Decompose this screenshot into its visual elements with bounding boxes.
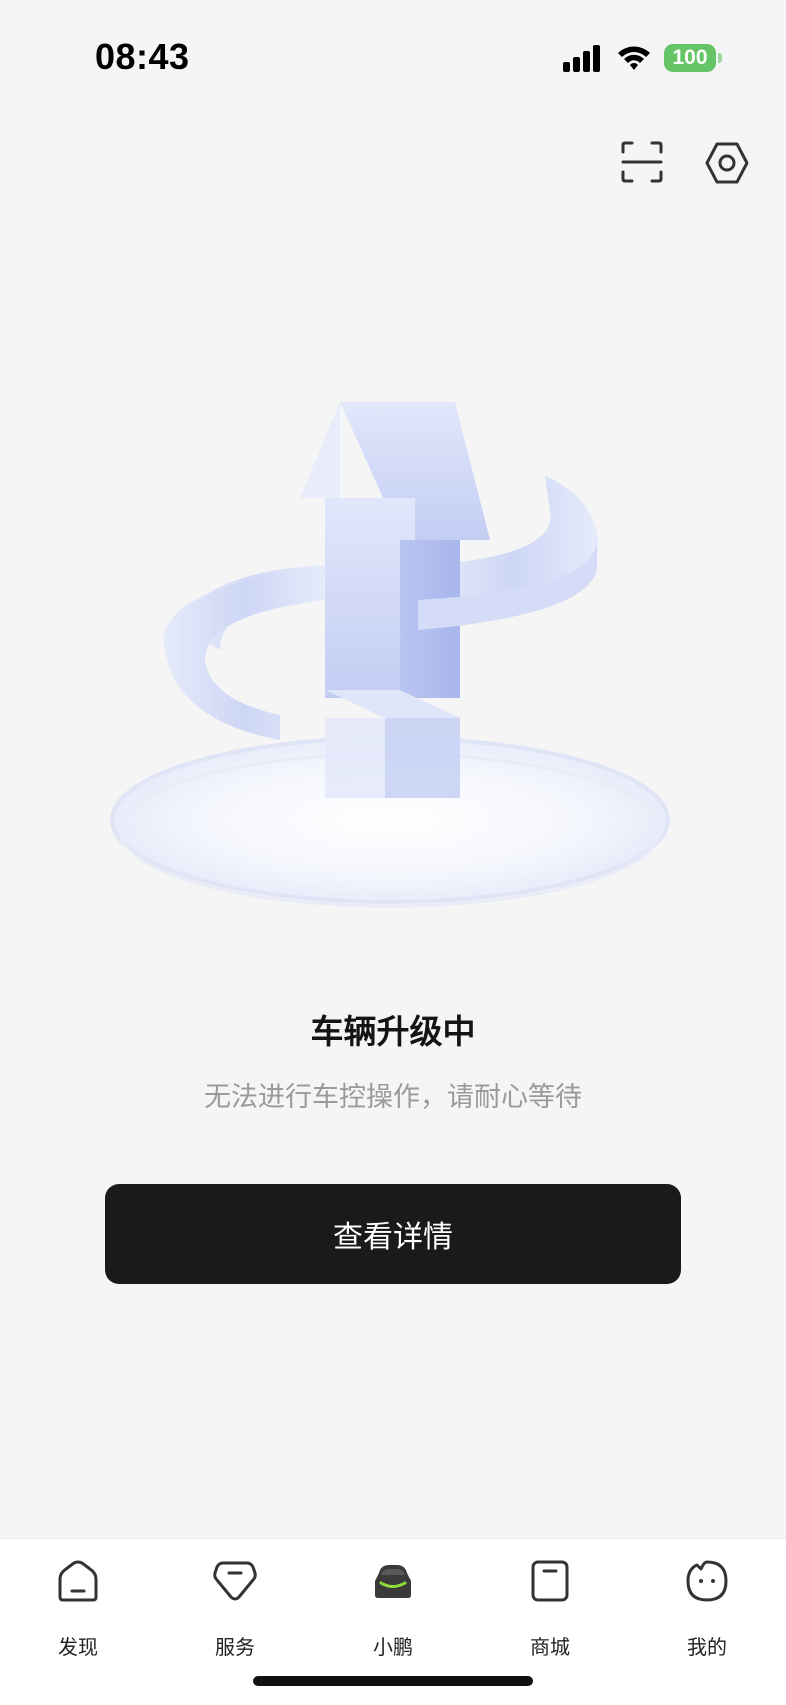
profile-icon bbox=[686, 1560, 728, 1602]
page-title: 车辆升级中 bbox=[310, 1012, 476, 1051]
scan-button[interactable] bbox=[620, 140, 664, 184]
hexagon-gear-icon bbox=[705, 142, 749, 184]
status-bar: 08:43 100 bbox=[0, 0, 786, 116]
scan-icon bbox=[621, 141, 663, 183]
tab-discover-label: 发现 bbox=[58, 1635, 98, 1659]
tab-xpeng[interactable]: 小鹏 bbox=[333, 1559, 453, 1669]
status-message: 无法进行车控操作，请耐心等待 bbox=[204, 1082, 582, 1113]
upgrade-illustration bbox=[110, 402, 670, 908]
cellular-signal-icon bbox=[563, 45, 600, 72]
battery-indicator: 100 bbox=[664, 44, 716, 72]
tab-profile-label: 我的 bbox=[687, 1635, 727, 1659]
status-time: 08:43 bbox=[95, 36, 190, 77]
tab-service[interactable]: 服务 bbox=[175, 1559, 295, 1669]
mall-icon bbox=[531, 1560, 569, 1602]
discover-icon bbox=[58, 1560, 98, 1602]
tab-profile[interactable]: 我的 bbox=[647, 1559, 767, 1669]
tab-mall[interactable]: 商城 bbox=[490, 1559, 610, 1669]
tab-mall-label: 商城 bbox=[530, 1635, 570, 1659]
view-details-button[interactable]: 查看详情 bbox=[105, 1184, 681, 1284]
service-icon bbox=[213, 1561, 257, 1601]
car-icon bbox=[375, 1565, 411, 1598]
tab-service-label: 服务 bbox=[215, 1635, 255, 1659]
battery-cap bbox=[718, 53, 722, 63]
home-indicator[interactable] bbox=[253, 1676, 533, 1686]
settings-button[interactable] bbox=[704, 140, 750, 186]
tab-discover[interactable]: 发现 bbox=[18, 1559, 138, 1669]
wifi-icon bbox=[618, 46, 650, 70]
tab-xpeng-label: 小鹏 bbox=[373, 1635, 413, 1659]
